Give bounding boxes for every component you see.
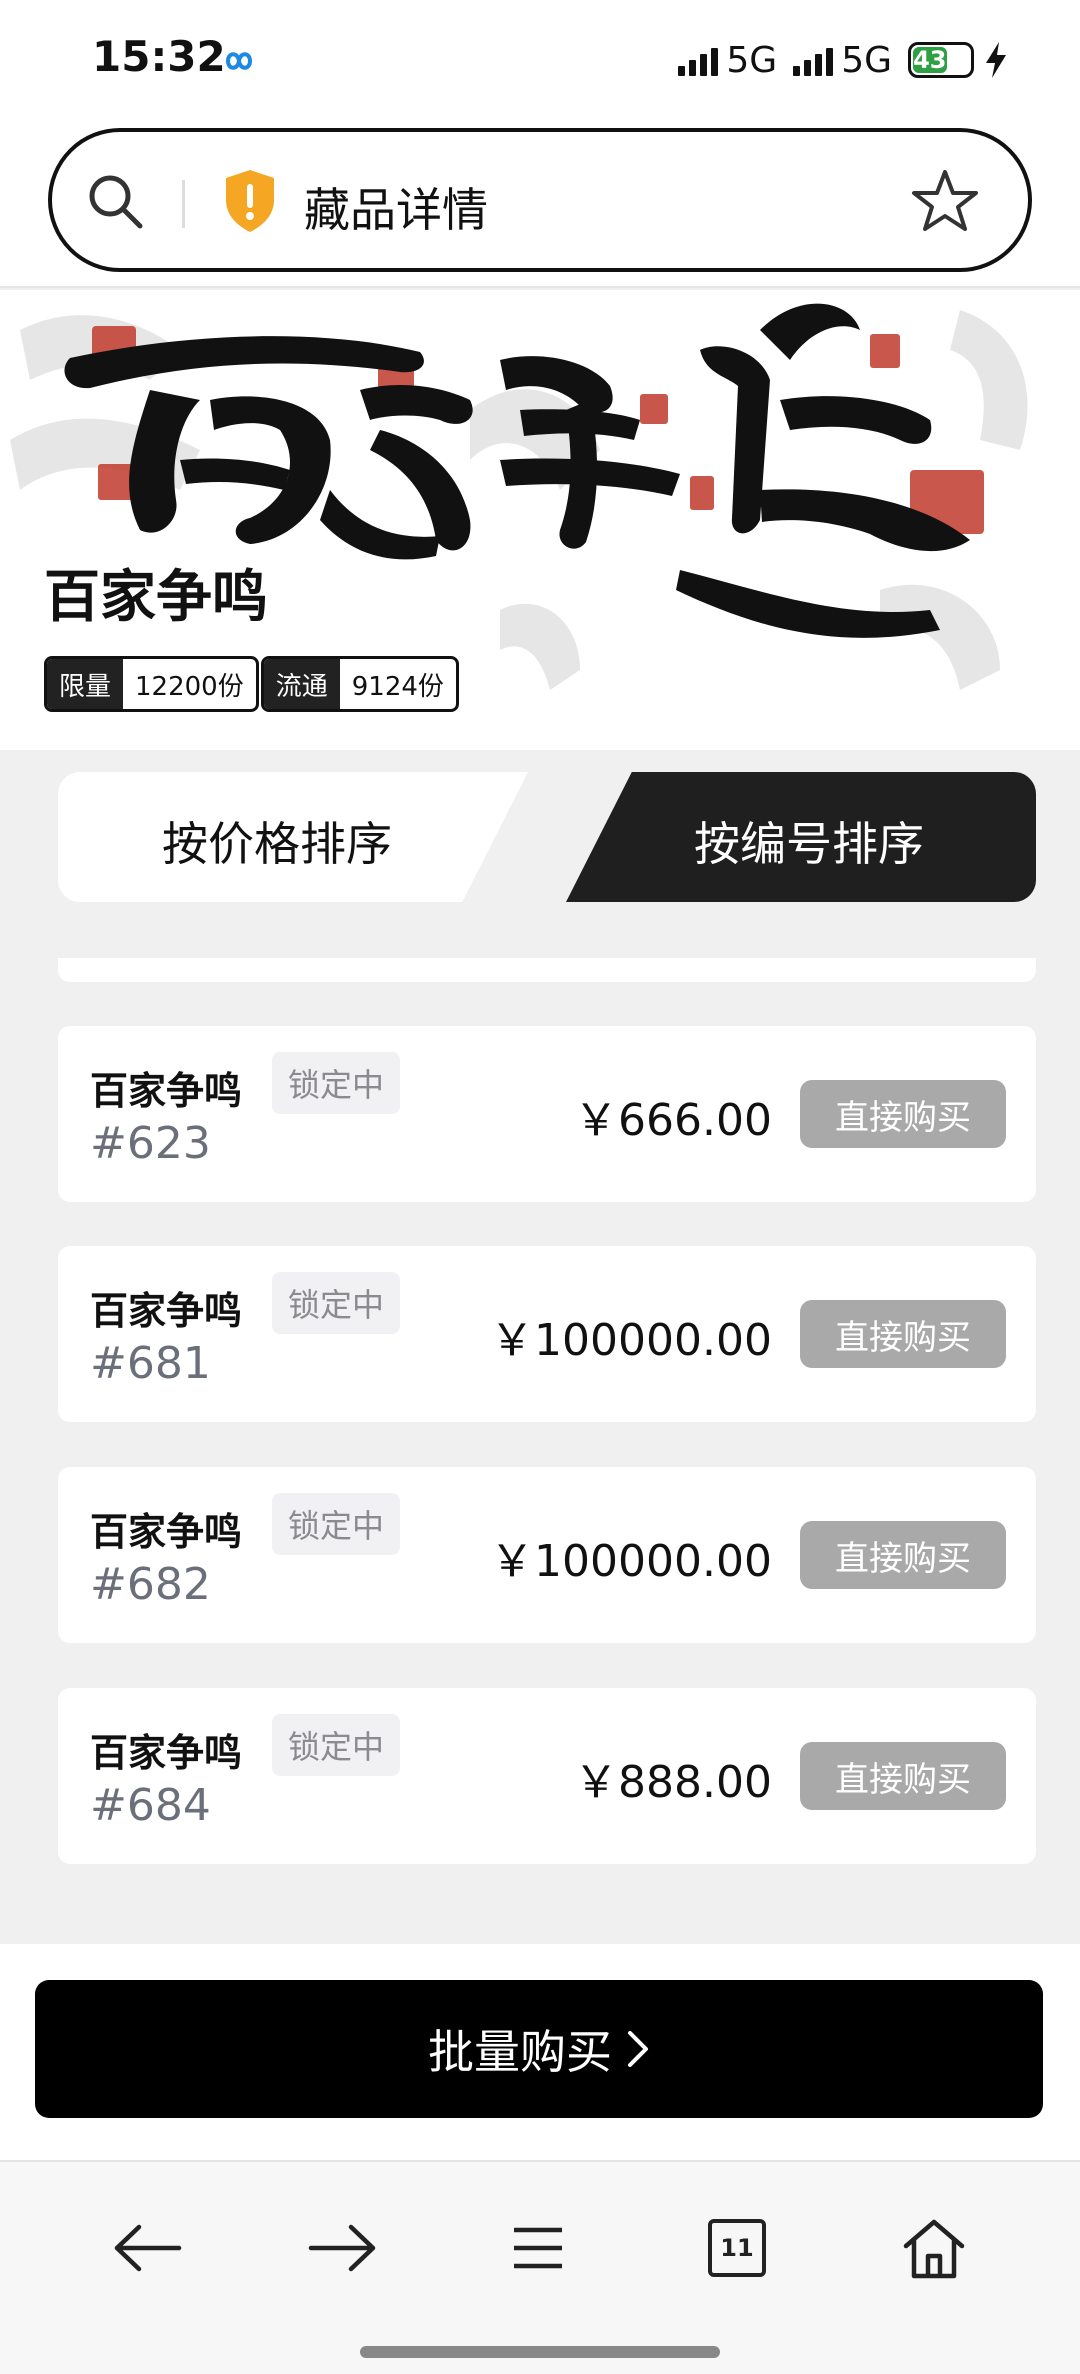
sort-tabs: 按价格排序 按编号排序 [58, 772, 1036, 902]
item-name: 百家争鸣 [90, 1289, 243, 1333]
status-time: 15:32 [92, 32, 226, 81]
shield-warning-icon[interactable] [222, 168, 278, 234]
status-bar: 15:32 5G 5G 43 [0, 0, 1080, 120]
list-item[interactable]: 百家争鸣 锁定中 #681 ￥100000.00 直接购买 [58, 1246, 1036, 1422]
collection-tags: 限量 12200份 流通 9124份 [44, 656, 459, 712]
circulation-value: 9124份 [351, 671, 444, 702]
tabs-icon: 11 [708, 2219, 766, 2277]
back-button[interactable] [107, 2208, 187, 2288]
item-price: ￥100000.00 [490, 1536, 772, 1587]
circulation-label: 流通 [263, 659, 340, 709]
chevron-right-icon [628, 2031, 648, 2067]
item-name: 百家争鸣 [90, 1731, 243, 1775]
buy-now-button[interactable]: 直接购买 [800, 1300, 1006, 1368]
bulk-buy-label: 批量购买 [428, 2025, 612, 2079]
address-bar[interactable]: 藏品详情 [48, 128, 1032, 272]
item-price: ￥888.00 [574, 1757, 772, 1808]
signal-icon [793, 44, 834, 76]
forward-button[interactable] [303, 2208, 383, 2288]
status-indicators: 5G 5G 43 [678, 38, 1010, 82]
home-indicator[interactable] [360, 2346, 720, 2358]
back-icon [114, 2224, 182, 2272]
item-number: #684 [90, 1780, 211, 1831]
list-item[interactable]: 百家争鸣 锁定中 #684 ￥888.00 直接购买 [58, 1688, 1036, 1864]
locked-badge: 锁定中 [272, 1714, 401, 1776]
limit-label: 限量 [47, 659, 124, 709]
item-number: #682 [90, 1559, 211, 1610]
menu-icon [514, 2227, 562, 2269]
buy-now-button[interactable]: 直接购买 [800, 1521, 1006, 1589]
tabs-button[interactable]: 11 [697, 2208, 777, 2288]
collection-hero: 百家争鸣 限量 12200份 流通 9124份 [0, 290, 1080, 750]
item-name: 百家争鸣 [90, 1510, 243, 1554]
limit-value: 12200份 [135, 671, 244, 702]
item-number: #623 [90, 1118, 211, 1169]
tab-label: 按价格排序 [162, 817, 392, 871]
signal-icon [678, 44, 719, 76]
bulk-buy-button[interactable]: 批量购买 [35, 1980, 1043, 2118]
tab-sort-by-price[interactable]: 按价格排序 [58, 772, 528, 902]
browser-bar: 藏品详情 [0, 120, 1080, 288]
locked-badge: 锁定中 [272, 1272, 401, 1334]
listing-list[interactable]: 百家争鸣 锁定中 #623 ￥666.00 直接购买 百家争鸣 锁定中 #681… [0, 902, 1080, 1902]
buy-now-button[interactable]: 直接购买 [800, 1080, 1006, 1148]
forward-icon [308, 2224, 376, 2272]
network-label: 5G [726, 39, 778, 81]
item-number: #681 [90, 1338, 211, 1389]
list-item[interactable]: 百家争鸣 锁定中 #682 ￥100000.00 直接购买 [58, 1467, 1036, 1643]
item-name: 百家争鸣 [90, 1069, 243, 1113]
tab-label: 按编号排序 [694, 817, 924, 871]
page-title: 藏品详情 [304, 183, 488, 237]
divider [182, 180, 185, 228]
battery-icon: 43 [908, 42, 974, 78]
home-icon [903, 2219, 965, 2279]
list-item-partial [58, 958, 1036, 982]
search-icon[interactable] [84, 170, 148, 234]
item-price: ￥666.00 [574, 1095, 772, 1146]
circulation-tag: 流通 9124份 [260, 656, 459, 712]
bulk-buy-bar: 批量购买 [0, 1944, 1080, 2160]
sync-icon [225, 52, 253, 70]
locked-badge: 锁定中 [272, 1052, 401, 1114]
list-item[interactable]: 百家争鸣 锁定中 #623 ￥666.00 直接购买 [58, 1026, 1036, 1202]
browser-bottom-nav: 11 [0, 2160, 1080, 2374]
locked-badge: 锁定中 [272, 1493, 401, 1555]
collection-title: 百家争鸣 [44, 565, 268, 630]
limit-tag: 限量 12200份 [44, 656, 259, 712]
buy-now-button[interactable]: 直接购买 [800, 1742, 1006, 1810]
item-price: ￥100000.00 [490, 1315, 772, 1366]
network-label: 5G [841, 39, 892, 81]
star-icon[interactable] [910, 166, 980, 236]
home-button[interactable] [894, 2208, 974, 2288]
menu-button[interactable] [498, 2208, 578, 2288]
charging-icon [986, 42, 1006, 78]
tab-sort-by-number[interactable]: 按编号排序 [566, 772, 1036, 902]
battery-level: 43 [913, 46, 947, 74]
